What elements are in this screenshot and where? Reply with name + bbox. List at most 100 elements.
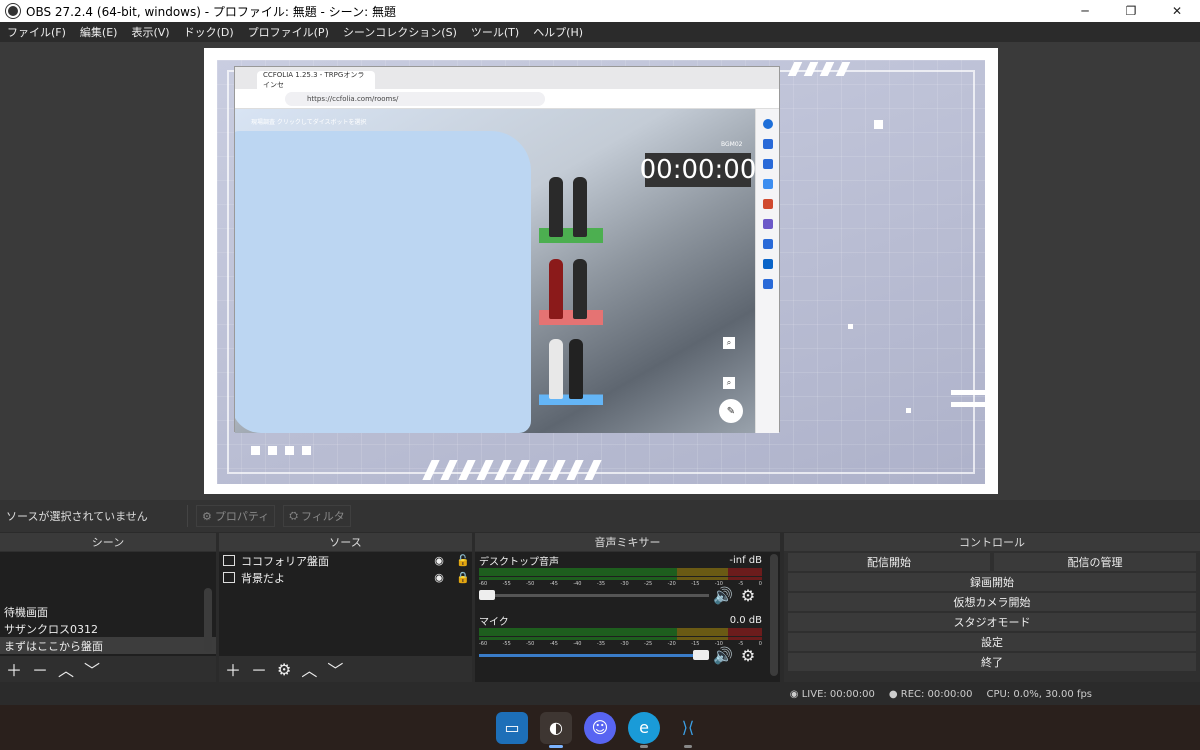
add-source-icon[interactable]: ＋	[225, 657, 241, 681]
source-item[interactable]: ココフォリア盤面 ◉ 🔓	[219, 552, 472, 569]
character-figure	[569, 339, 583, 399]
eye-icon[interactable]: ◉	[430, 571, 448, 584]
eye-icon[interactable]: ◉	[430, 554, 448, 567]
exit-button[interactable]: 終了	[788, 653, 1196, 671]
browser-capture: CCFOLIA 1.25.3 - TRPGオンラインセ https://ccfo…	[234, 66, 780, 433]
scenes-scrollbar[interactable]	[204, 588, 212, 652]
gear-icon[interactable]: ⚙	[741, 586, 755, 605]
remove-source-icon[interactable]: －	[251, 657, 267, 681]
character-portrait	[539, 329, 603, 405]
move-up-icon[interactable]: ︿	[58, 657, 74, 681]
move-down-icon[interactable]: ﹀	[327, 657, 343, 681]
toolbox-icon	[762, 199, 773, 209]
gear-icon[interactable]: ⚙	[741, 646, 755, 665]
source-settings-icon[interactable]: ⚙	[277, 660, 291, 679]
menu-file[interactable]: ファイル(F)	[0, 24, 73, 40]
browser-sidebar	[755, 109, 779, 433]
filter-icon: ⛭	[289, 509, 299, 522]
volume-meter	[479, 568, 762, 576]
edge-icon[interactable]: e	[628, 711, 660, 748]
outlook-icon	[762, 259, 773, 269]
games-icon	[762, 219, 773, 229]
mixer-scrollbar[interactable]	[770, 554, 778, 676]
rec-status: ● REC: 00:00:00	[889, 689, 973, 700]
scene-item[interactable]: サザンクロス0312	[0, 620, 216, 637]
ccfolia-toolbar-text: 現場調査 クリックしてダイスボットを選択	[251, 119, 367, 126]
settings-button[interactable]: 設定	[788, 633, 1196, 651]
scene-item[interactable]: まずはここから盤面	[0, 637, 216, 654]
close-button[interactable]: ✕	[1154, 0, 1200, 22]
screen-capture-icon[interactable]: ▭	[496, 711, 528, 744]
character-figure	[549, 259, 563, 319]
bell-icon	[762, 139, 773, 149]
start-recording-button[interactable]: 録画開始	[788, 573, 1196, 591]
start-stream-button[interactable]: 配信開始	[788, 553, 990, 571]
volume-meter	[479, 628, 762, 636]
zoom-out-icon: ⌕	[723, 377, 735, 389]
remove-scene-icon[interactable]: －	[32, 657, 48, 681]
browser-tab: CCFOLIA 1.25.3 - TRPGオンラインセ	[257, 71, 375, 89]
volume-slider-fill	[479, 654, 693, 657]
sources-footer: ＋ － ⚙ ︿ ﹀	[219, 656, 472, 682]
volume-slider[interactable]	[479, 650, 709, 660]
pen-icon: ✎	[719, 399, 743, 423]
properties-button[interactable]: ⚙ プロパティ	[196, 505, 276, 527]
tick-label: -15	[691, 641, 700, 647]
rec-time: REC: 00:00:00	[900, 688, 973, 700]
filters-label: フィルタ	[301, 510, 345, 523]
sources-title: ソース	[219, 533, 472, 551]
minimize-button[interactable]: ─	[1062, 0, 1108, 22]
add-scene-icon[interactable]: ＋	[6, 657, 22, 681]
vscode-icon[interactable]: ⟩⟨	[672, 712, 704, 748]
tick-label: -40	[573, 641, 582, 647]
live-status: ◉ LIVE: 00:00:00	[790, 689, 875, 700]
display-capture-icon	[223, 555, 235, 566]
background-frame: CCFOLIA 1.25.3 - TRPGオンラインセ https://ccfo…	[217, 60, 985, 484]
deco-square	[848, 324, 853, 329]
deco-bar	[951, 402, 985, 407]
menu-scene-collection[interactable]: シーンコレクション(S)	[336, 24, 464, 40]
menu-help[interactable]: ヘルプ(H)	[526, 24, 590, 40]
speaker-icon[interactable]: 🔊	[713, 586, 733, 605]
deco-square	[906, 408, 911, 413]
virtual-camera-button[interactable]: 仮想カメラ開始	[788, 593, 1196, 611]
discord-icon[interactable]: ☺	[584, 711, 616, 744]
bgm-label: BGM02	[721, 141, 743, 148]
menu-tools[interactable]: ツール(T)	[464, 24, 526, 40]
scenes-title: シーン	[0, 533, 216, 551]
menu-view[interactable]: 表示(V)	[124, 24, 176, 40]
filters-button[interactable]: ⛭ フィルタ	[283, 505, 351, 527]
volume-slider[interactable]	[479, 590, 709, 600]
scene-item[interactable]: 待機画面	[0, 603, 216, 620]
window-title: OBS 27.2.4 (64-bit, windows) - プロファイル: 無…	[26, 4, 396, 19]
character-portrait	[539, 167, 603, 243]
menu-dock[interactable]: ドック(D)	[177, 24, 241, 40]
search-icon	[762, 159, 773, 169]
restore-button[interactable]: ❐	[1108, 0, 1154, 22]
source-item[interactable]: 背景だよ ◉ 🔒	[219, 569, 472, 586]
speaker-icon[interactable]: 🔊	[713, 646, 733, 665]
move-up-icon[interactable]: ︿	[301, 657, 317, 681]
manage-stream-button[interactable]: 配信の管理	[994, 553, 1196, 571]
volume-slider-thumb[interactable]	[693, 650, 709, 660]
tick-label: -60	[479, 581, 488, 587]
tick-label: -35	[596, 641, 606, 647]
tick-label: -60	[479, 641, 488, 647]
obs-icon[interactable]: ◐	[540, 711, 572, 748]
tag-icon	[762, 179, 773, 189]
source-name: 背景だよ	[241, 571, 285, 585]
properties-label: プロパティ	[214, 510, 270, 523]
menu-edit[interactable]: 編集(E)	[73, 24, 125, 40]
mixer-title: 音声ミキサー	[475, 533, 780, 551]
menu-profile[interactable]: プロファイル(P)	[241, 24, 336, 40]
lock-icon[interactable]: 🔒	[454, 571, 472, 584]
controls-dock: コントロール 配信開始 配信の管理 録画開始 仮想カメラ開始 スタジオモード 設…	[784, 533, 1200, 682]
studio-mode-button[interactable]: スタジオモード	[788, 613, 1196, 631]
volume-slider-thumb[interactable]	[479, 590, 495, 600]
sources-list: ココフォリア盤面 ◉ 🔓 背景だよ ◉ 🔒	[219, 552, 472, 656]
unlock-icon[interactable]: 🔓	[454, 554, 472, 567]
preview-canvas[interactable]: CCFOLIA 1.25.3 - TRPGオンラインセ https://ccfo…	[204, 48, 998, 494]
move-down-icon[interactable]: ﹀	[84, 657, 100, 681]
deco-bar	[951, 390, 985, 395]
tick-label: -35	[596, 581, 606, 587]
